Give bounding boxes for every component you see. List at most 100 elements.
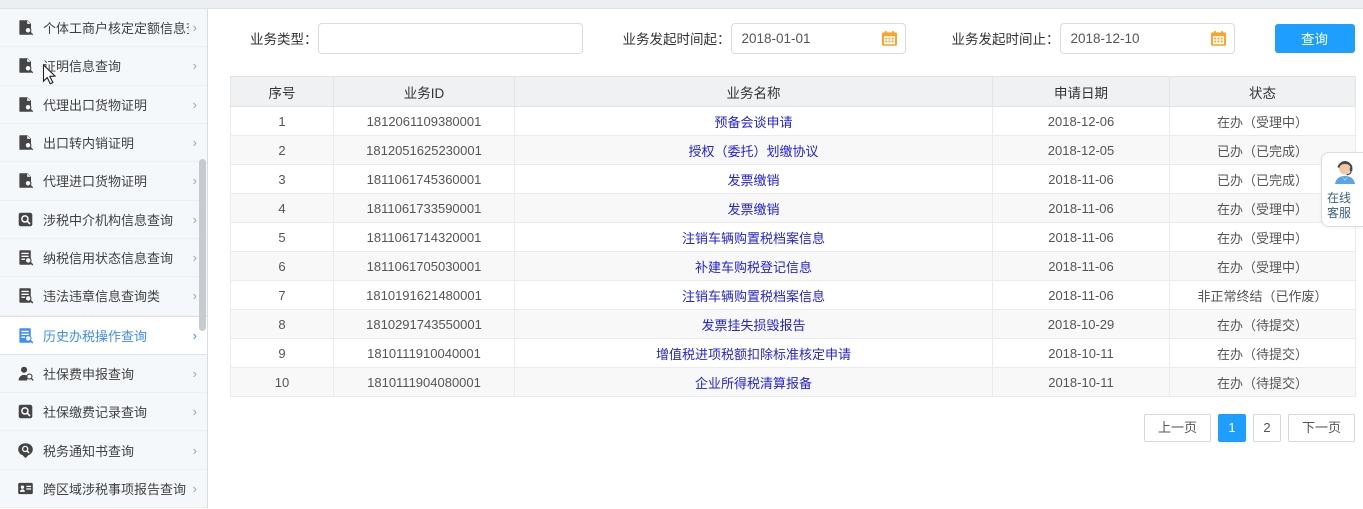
sidebar-item-label: 跨区域涉税事项报告查询 xyxy=(43,481,187,497)
business-name-link[interactable]: 企业所得税清算报备 xyxy=(695,376,812,391)
sidebar-item-label: 个体工商户核定定额信息查询 xyxy=(43,21,189,37)
business-name-cell: 发票缴销 xyxy=(514,193,993,223)
business-id-cell: 1812061109380001 xyxy=(333,106,515,136)
sidebar-item-8[interactable]: 违法违章信息查询类 › xyxy=(0,277,207,316)
chevron-right-icon: › xyxy=(192,173,197,189)
pagination: 上一页 12 下一页 xyxy=(208,414,1355,442)
doc-search-icon xyxy=(17,96,34,113)
status-cell: 在办（待提交） xyxy=(1169,309,1356,339)
status-cell: 在办（受理中） xyxy=(1169,106,1356,136)
business-name-cell: 企业所得税清算报备 xyxy=(514,367,993,397)
business-id-cell: 1812051625230001 xyxy=(333,135,515,165)
doc-search-icon xyxy=(17,134,34,151)
main-content: 业务类型： 业务发起时间起： 业务发起时间止： xyxy=(208,9,1363,508)
sidebar-item-3[interactable]: 代理出口货物证明 › xyxy=(0,85,207,124)
sidebar-item-label: 税务通知书查询 xyxy=(43,443,135,459)
sidebar-item-6[interactable]: 涉税中介机构信息查询 › xyxy=(0,200,207,239)
sidebar-item-label: 涉税中介机构信息查询 xyxy=(43,212,174,228)
business-id-cell: 1811061705030001 xyxy=(333,251,515,281)
chevron-right-icon: › xyxy=(192,365,197,381)
status-cell: 非正常终结（已作废） xyxy=(1169,280,1356,310)
sidebar-item-9[interactable]: 历史办税操作查询 › xyxy=(0,315,207,355)
sidebar-item-2[interactable]: 证明信息查询 › xyxy=(0,47,207,86)
row-number-cell: 6 xyxy=(230,251,334,281)
business-name-link[interactable]: 预备会谈申请 xyxy=(714,115,792,130)
top-strip xyxy=(0,0,1363,9)
sidebar-item-12[interactable]: 税务通知书查询 › xyxy=(0,431,207,470)
table-row: 5 1811061714320001 注销车辆购置税档案信息 2018-11-06 在办… xyxy=(230,222,1356,252)
end-date-input[interactable] xyxy=(1070,30,1206,46)
sidebar-item-5[interactable]: 代理进口货物证明 › xyxy=(0,162,207,201)
sidebar-item-label: 代理进口货物证明 xyxy=(43,174,148,190)
row-number-cell: 4 xyxy=(230,193,334,223)
business-type-input[interactable] xyxy=(317,22,583,54)
business-id-cell: 1810291743550001 xyxy=(333,309,515,339)
end-date-picker[interactable] xyxy=(1059,22,1235,54)
chevron-right-icon: › xyxy=(192,480,197,496)
business-name-link[interactable]: 注销车辆购置税档案信息 xyxy=(682,231,825,246)
page-button-1[interactable]: 1 xyxy=(1217,414,1246,442)
column-header: 业务名称 xyxy=(514,76,993,107)
start-date-picker[interactable] xyxy=(730,22,906,54)
row-number-cell: 9 xyxy=(230,338,334,368)
business-name-link[interactable]: 授权（委托）划缴协议 xyxy=(688,144,818,159)
square-search-icon xyxy=(17,211,34,228)
calendar-icon[interactable] xyxy=(1210,30,1227,47)
sidebar-item-label: 代理出口货物证明 xyxy=(43,97,148,113)
apply-date-cell: 2018-11-06 xyxy=(992,280,1170,310)
row-number-cell: 8 xyxy=(230,309,334,339)
service-label-line1: 在线 xyxy=(1327,191,1352,205)
business-name-link[interactable]: 补建车购税登记信息 xyxy=(695,260,812,275)
sidebar-item-label: 历史办税操作查询 xyxy=(43,328,148,344)
business-id-cell: 1810191621480001 xyxy=(333,280,515,310)
sidebar-item-11[interactable]: 社保缴费记录查询 › xyxy=(0,393,207,432)
sidebar-item-label: 社保缴费记录查询 xyxy=(43,405,148,421)
chevron-right-icon: › xyxy=(192,58,197,74)
business-name-link[interactable]: 注销车辆购置税档案信息 xyxy=(682,289,825,304)
business-name-link[interactable]: 发票缴销 xyxy=(727,202,779,217)
chevron-right-icon: › xyxy=(192,211,197,227)
business-name-link[interactable]: 发票挂失损毁报告 xyxy=(701,318,805,333)
calendar-icon[interactable] xyxy=(881,30,898,47)
start-date-input[interactable] xyxy=(741,30,877,46)
business-name-cell: 授权（委托）划缴协议 xyxy=(514,135,993,165)
online-service-widget[interactable]: 在线 客服 xyxy=(1321,152,1363,227)
apply-date-cell: 2018-10-11 xyxy=(992,338,1170,368)
person-search-icon xyxy=(17,365,34,382)
sidebar-nav: 个体工商户核定定额信息查询›证明信息查询›代理出口货物证明›出口转内销证明›代理… xyxy=(0,9,208,509)
prev-page-button[interactable]: 上一页 xyxy=(1143,414,1211,442)
status-cell: 在办（受理中） xyxy=(1169,251,1356,281)
column-header: 序号 xyxy=(230,76,334,107)
doc-search-icon xyxy=(17,172,34,189)
card-search-icon xyxy=(17,480,34,497)
column-header: 业务ID xyxy=(333,76,515,107)
business-id-cell: 1811061745360001 xyxy=(333,164,515,194)
business-id-cell: 1811061714320001 xyxy=(333,222,515,252)
table-row: 8 1810291743550001 发票挂失损毁报告 2018-10-29 在办（待提… xyxy=(230,309,1356,339)
apply-date-cell: 2018-12-05 xyxy=(992,135,1170,165)
business-name-link[interactable]: 增值税进项税额扣除标准核定申请 xyxy=(656,347,851,362)
sidebar-item-7[interactable]: 纳税信用状态信息查询 › xyxy=(0,238,207,278)
sidebar-item-1[interactable]: 个体工商户核定定额信息查询› xyxy=(0,9,207,48)
search-button[interactable]: 查询 xyxy=(1274,23,1355,53)
status-cell: 在办（待提交） xyxy=(1169,367,1356,397)
page-button-2[interactable]: 2 xyxy=(1252,414,1281,442)
table-row: 10 1810111904080001 企业所得税清算报备 2018-10-11 在办（… xyxy=(230,367,1356,397)
business-name-link[interactable]: 发票缴销 xyxy=(727,173,779,188)
sidebar-item-label: 社保费申报查询 xyxy=(43,366,135,382)
chevron-right-icon: › xyxy=(192,327,197,343)
sidebar-item-10[interactable]: 社保费申报查询 › xyxy=(0,354,207,394)
sidebar-item-label: 违法违章信息查询类 xyxy=(43,289,161,305)
sidebar-item-13[interactable]: 跨区域涉税事项报告查询 › xyxy=(0,469,207,509)
apply-date-cell: 2018-11-06 xyxy=(992,164,1170,194)
next-page-button[interactable]: 下一页 xyxy=(1287,414,1355,442)
apply-date-cell: 2018-11-06 xyxy=(992,251,1170,281)
table-row: 4 1811061733590001 发票缴销 2018-11-06 在办（受理中） xyxy=(230,193,1356,223)
sidebar-scrollbar-thumb[interactable] xyxy=(199,159,206,331)
sidebar-item-label: 纳税信用状态信息查询 xyxy=(43,251,174,267)
business-id-cell: 1810111910040001 xyxy=(333,338,515,368)
list-search-icon xyxy=(17,287,34,304)
filter-bar: 业务类型： 业务发起时间起： 业务发起时间止： xyxy=(208,9,1363,67)
start-date-label: 业务发起时间起： xyxy=(622,32,731,47)
sidebar-item-4[interactable]: 出口转内销证明 › xyxy=(0,123,207,163)
